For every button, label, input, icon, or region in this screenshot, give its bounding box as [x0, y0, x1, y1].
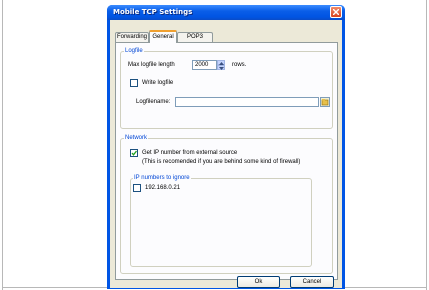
window-title: Mobile TCP Settings: [113, 8, 193, 16]
page-frame-right: [426, 0, 427, 290]
logfile-group-title: Logfile: [124, 48, 144, 54]
cancel-button[interactable]: Cancel: [290, 276, 334, 288]
tab-pop3-check[interactable]: POP3 Check: [177, 32, 213, 49]
tab-panel-general: Logfile Max logfile length 2000 rows. Wr…: [115, 42, 338, 280]
settings-window: Mobile TCP Settings Forwarding General P…: [107, 5, 345, 289]
write-logfile-checkbox[interactable]: [130, 79, 138, 87]
network-group-title: Network: [124, 135, 149, 141]
browse-button[interactable]: [320, 97, 330, 107]
max-length-input[interactable]: 2000: [192, 60, 217, 70]
close-button[interactable]: [330, 6, 342, 18]
max-length-label: Max logfile length: [128, 62, 175, 68]
external-ip-hint: (This is recomended if you are behind so…: [142, 159, 301, 165]
title-bar[interactable]: Mobile TCP Settings: [107, 5, 345, 20]
logfilename-label: Logfilename:: [136, 99, 171, 105]
close-icon: [333, 9, 339, 15]
network-group: Network Get IP number from external sour…: [120, 135, 333, 274]
rows-label: rows.: [232, 62, 247, 68]
tab-forwarding[interactable]: Forwarding: [115, 32, 149, 42]
external-ip-label: Get IP number from external source: [142, 150, 238, 156]
logfile-group: Logfile Max logfile length 2000 rows. Wr…: [120, 48, 333, 129]
max-length-stepper[interactable]: [217, 60, 225, 70]
ignore-ip-item: 192.168.0.21: [145, 185, 181, 191]
ignore-ip-group-title: IP numbers to ignore: [133, 175, 191, 181]
write-logfile-label: Write logfile: [142, 80, 174, 86]
ignore-ip-checkbox[interactable]: [133, 184, 141, 192]
folder-icon: [321, 99, 329, 106]
window-client: Forwarding General POP3 Check Logfile Ma…: [110, 20, 342, 288]
tab-general[interactable]: General: [149, 30, 177, 43]
ok-button[interactable]: Ok: [237, 276, 280, 288]
logfilename-input[interactable]: [175, 97, 319, 107]
checkmark-icon: [131, 150, 137, 156]
page-frame-left: [2, 0, 3, 290]
arrow-down-icon: [219, 67, 224, 70]
external-ip-checkbox[interactable]: [130, 149, 138, 157]
ignore-ip-group: IP numbers to ignore 192.168.0.21: [130, 175, 312, 267]
stepper-down-button[interactable]: [217, 65, 225, 70]
